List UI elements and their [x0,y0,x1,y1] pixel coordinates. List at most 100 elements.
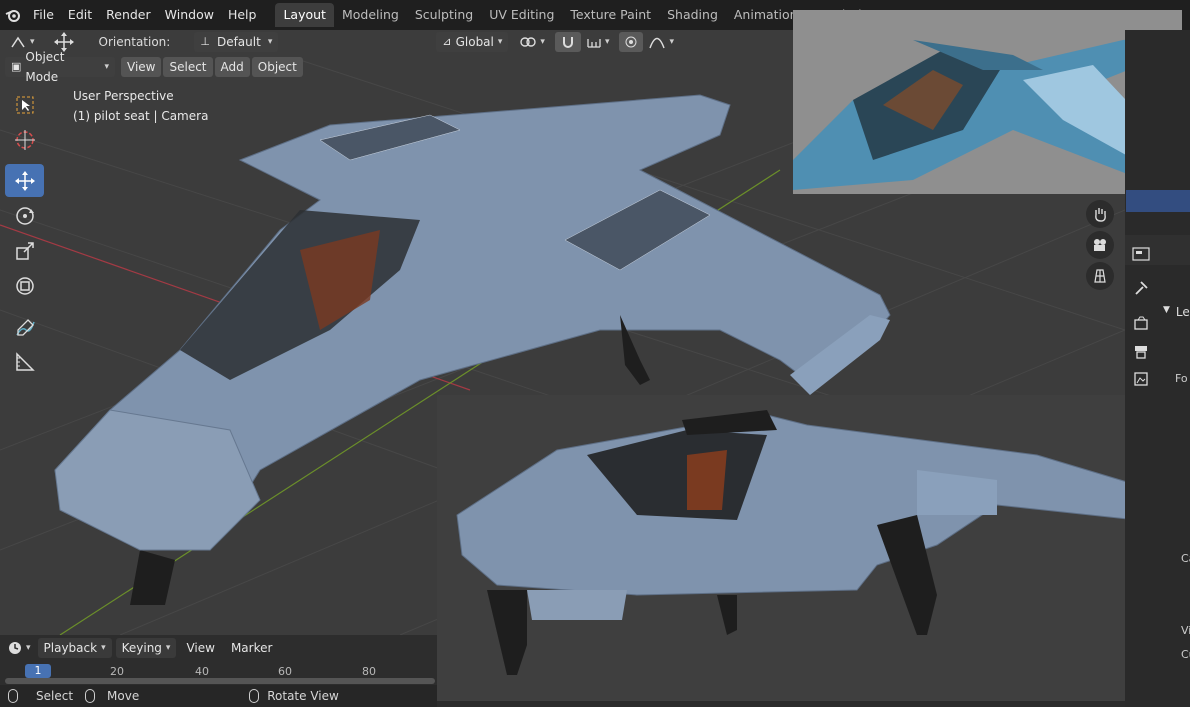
timeline-editor: ▾ Playback ▾ Keying ▾ View Marker 1 20 40 … [0,635,437,685]
scale-tool[interactable] [5,234,44,267]
select-box-icon [16,96,33,113]
frame-tick: 60 [278,665,292,678]
falloff-curve-icon [649,37,666,49]
panel-label-le: ▼ Le [1163,305,1190,319]
proportional-edit-icon [625,36,637,48]
menu-help[interactable]: Help [221,0,264,30]
tab-shading[interactable]: Shading [659,3,726,27]
viewport-header-tools: ▾ Orientation: ⊥ Default ▾ ⊿ Global ▾ ▾ … [0,30,680,54]
output-properties-icon[interactable] [1130,341,1152,363]
toggle-perspective-button[interactable] [1086,262,1114,290]
mode-value: Object Mode [25,50,65,84]
tab-layout[interactable]: Layout [275,3,334,27]
timeline-view-menu[interactable]: View [180,638,220,658]
pivot-icon [11,36,25,48]
clock-icon [9,642,21,654]
timeline-scrollbar[interactable] [5,678,435,684]
transform-icon [15,276,34,295]
orientation-icon: ⊥ [200,35,210,48]
orientation-dropdown[interactable]: ⊥ Default ▾ [194,32,279,52]
add-menu[interactable]: Add [214,57,250,77]
snap-target-button[interactable]: ▾ [581,32,616,52]
tool-shelf [5,88,44,380]
pan-view-button[interactable] [1086,200,1114,228]
move-tool[interactable] [5,164,44,197]
tab-modeling[interactable]: Modeling [334,3,407,27]
frame-tick: 80 [362,665,376,678]
mouse-left-icon [8,689,18,703]
panel-label-fo: Fo [1175,372,1188,385]
editor-type-icon[interactable] [1130,243,1152,265]
transform-space-value: Global [455,35,494,49]
status-select: Select [36,689,74,703]
falloff-button[interactable]: ▾ [643,32,680,52]
select-menu[interactable]: Select [163,57,213,77]
panel-label-cu: Cu [1181,648,1190,661]
marker-menu[interactable]: Marker [225,638,278,658]
orientation-label: Orientation: [98,35,171,49]
tab-uv-editing[interactable]: UV Editing [481,3,562,27]
object-menu[interactable]: Object [251,57,303,77]
snap-toggle-button[interactable] [554,32,581,52]
viewport-perspective-label: User Perspective [73,89,174,103]
frame-tick: 40 [195,665,209,678]
main-menu: File Edit Render Window Help [26,0,263,30]
keying-menu[interactable]: Keying ▾ [115,638,177,658]
snap-grid-icon [587,39,601,48]
status-bar: Select Move Rotate View [0,685,437,707]
select-box-tool[interactable] [5,88,44,121]
hand-icon [1095,208,1106,222]
transform-space-dropdown[interactable]: ⊿ Global ▾ [436,32,509,52]
menu-render[interactable]: Render [99,0,158,30]
tab-sculpting[interactable]: Sculpting [407,3,481,27]
status-rotate-view: Rotate View [267,689,339,703]
measure-ruler-icon [15,351,35,371]
panel-label-vi: Vi [1181,624,1190,637]
cursor-tool[interactable] [5,123,44,156]
timeline-frame-ticks: 20 40 60 80 [0,663,437,679]
cursor-icon [14,129,35,150]
viewport-selection-label: (1) pilot seat | Camera [73,109,209,123]
annotate-pencil-icon [15,318,35,336]
camera-view-button[interactable] [1086,231,1114,259]
editor-type-dropdown[interactable]: ▾ [5,638,34,658]
orientation-value: Default [216,35,261,49]
object-mode-icon: ▣ [11,60,22,73]
menu-window[interactable]: Window [158,0,221,30]
measure-tool[interactable] [5,345,44,378]
status-move: Move [107,689,140,703]
annotate-tool[interactable] [5,310,44,343]
camera-icon [1094,239,1106,251]
render-properties-icon[interactable] [1130,312,1152,334]
mouse-drag-icon [85,689,96,703]
scale-icon [15,241,34,260]
rotate-tool[interactable] [5,199,44,232]
mode-dropdown[interactable]: ▣ Object Mode ▾ [5,50,115,84]
rotate-icon [15,206,34,225]
tab-texture-paint[interactable]: Texture Paint [562,3,659,27]
frame-tick: 20 [110,665,124,678]
panel-label-ca: Ca [1181,552,1190,565]
link-icon [520,37,537,47]
spaceship-thumbnail-image [793,10,1182,194]
tool-properties-icon[interactable] [1130,277,1152,299]
spaceship-side-image [437,395,1182,701]
pivot-point-button[interactable]: ▾ [514,32,551,52]
reference-render-side-view [437,395,1182,701]
grid-perspective-icon [1094,269,1106,283]
menu-file[interactable]: File [26,0,61,30]
reference-render-thumbnail [793,10,1182,194]
view-menu[interactable]: View [121,57,162,77]
proportional-edit-button[interactable] [619,32,644,52]
playback-menu[interactable]: Playback ▾ [37,638,112,658]
viewport-header-menus: ▣ Object Mode ▾ View Select Add Object [0,50,303,84]
global-axis-icon: ⊿ [442,35,452,48]
blender-logo-icon[interactable] [0,0,26,30]
transform-tool[interactable] [5,269,44,302]
outliner-selected-row[interactable] [1126,190,1190,212]
magnet-icon [562,37,573,48]
move-icon [14,170,35,191]
view-layer-properties-icon[interactable] [1130,368,1152,390]
mouse-middle-icon [249,689,260,703]
menu-edit[interactable]: Edit [61,0,99,30]
